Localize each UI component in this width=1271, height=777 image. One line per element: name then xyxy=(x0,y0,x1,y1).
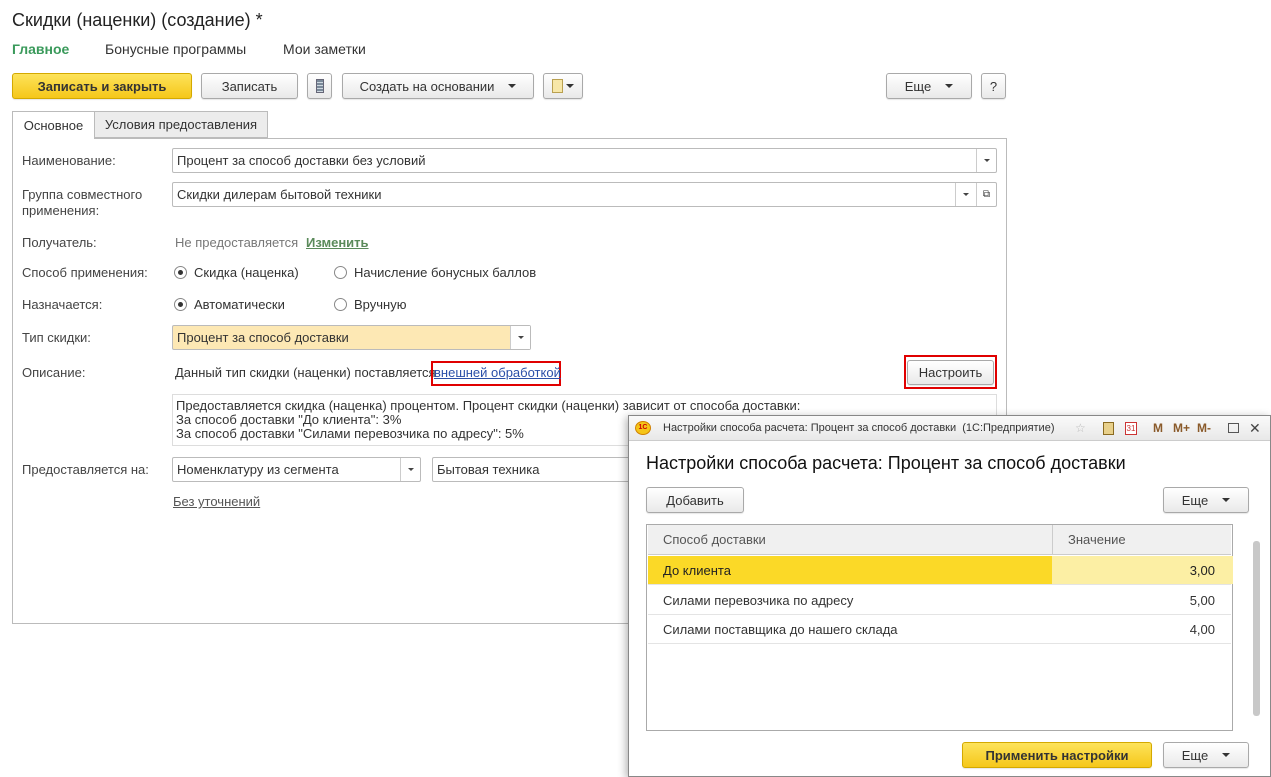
description-label: Описание: xyxy=(22,365,86,380)
list-icon xyxy=(315,79,324,93)
method-discount-radio[interactable] xyxy=(174,266,187,279)
nav-bonus-programs[interactable]: Бонусные программы xyxy=(105,41,246,57)
save-button[interactable]: Записать xyxy=(201,73,298,99)
cell-value: 3,00 xyxy=(1189,562,1215,578)
column-header-method[interactable]: Способ доставки xyxy=(663,532,766,547)
settings-dialog: 1С Настройки способа расчета: Процент за… xyxy=(628,415,1271,777)
table-row[interactable]: До клиента 3,00 xyxy=(648,556,1233,585)
cell-value: 5,00 xyxy=(1189,592,1215,608)
chevron-down-icon xyxy=(508,84,517,88)
more-label: Еще xyxy=(904,78,932,94)
method-bonus-label: Начисление бонусных баллов xyxy=(354,265,537,280)
document-list-button[interactable] xyxy=(307,73,332,99)
configure-button[interactable]: Настроить xyxy=(907,360,994,385)
cell-method: До клиента xyxy=(663,562,731,578)
column-header-value[interactable]: Значение xyxy=(1068,532,1126,547)
description-text: Данный тип скидки (наценки) поставляется xyxy=(175,365,436,380)
page-title: Скидки (наценки) (создание) * xyxy=(12,10,263,30)
no-details-link[interactable]: Без уточнений xyxy=(173,494,260,509)
memory-plus-button[interactable]: M+ xyxy=(1173,421,1190,435)
apply-settings-button[interactable]: Применить настройки xyxy=(962,742,1152,768)
table-row[interactable]: Силами перевозчика по адресу 5,00 xyxy=(648,586,1231,615)
type-label: Тип скидки: xyxy=(22,330,91,345)
recipient-change-link[interactable]: Изменить xyxy=(306,235,369,250)
name-value: Процент за способ доставки без условий xyxy=(177,153,426,168)
dropdown-button[interactable] xyxy=(510,326,530,349)
nav-main[interactable]: Главное xyxy=(12,41,69,57)
group-label: Группа совместного применения: xyxy=(22,187,143,218)
tab-main[interactable]: Основное xyxy=(12,111,95,139)
description-line: Предоставляется скидка (наценка) процент… xyxy=(176,398,801,413)
dialog-titlebar: 1С Настройки способа расчета: Процент за… xyxy=(629,416,1270,441)
method-discount-label: Скидка (наценка) xyxy=(194,265,299,280)
recipient-label: Получатель: xyxy=(22,235,97,250)
chevron-down-icon xyxy=(1222,753,1231,757)
applies-to-select[interactable]: Номенклатуру из сегмента xyxy=(172,457,421,482)
dropdown-button[interactable] xyxy=(976,149,996,172)
create-based-on-label: Создать на основании xyxy=(359,78,495,94)
more-button[interactable]: Еще xyxy=(886,73,972,99)
calendar-icon[interactable]: 31 xyxy=(1125,421,1137,435)
cell-method: Силами поставщика до нашего склада xyxy=(663,621,898,637)
assign-manual-radio[interactable] xyxy=(334,298,347,311)
table-header: Способ доставки Значение xyxy=(648,525,1231,555)
help-button[interactable]: ? xyxy=(981,73,1006,99)
chevron-down-icon xyxy=(945,84,954,88)
dropdown-button[interactable] xyxy=(955,183,975,206)
table-row[interactable]: Силами поставщика до нашего склада 4,00 xyxy=(648,615,1231,644)
chevron-down-icon xyxy=(566,84,574,88)
name-label: Наименование: xyxy=(22,153,116,168)
method-label: Способ применения: xyxy=(22,265,148,280)
favorite-icon[interactable]: ☆ xyxy=(1075,421,1086,435)
memory-m-button[interactable]: M xyxy=(1153,421,1163,435)
maximize-icon[interactable] xyxy=(1228,423,1239,433)
group-value: Скидки дилерам бытовой техники xyxy=(177,187,382,202)
memory-minus-button[interactable]: M- xyxy=(1197,421,1211,435)
calculator-icon[interactable] xyxy=(1103,421,1114,435)
nav-my-notes[interactable]: Мои заметки xyxy=(283,41,366,57)
tab-conditions[interactable]: Условия предоставления xyxy=(94,111,268,138)
discount-type-select[interactable]: Процент за способ доставки xyxy=(172,325,531,350)
group-input[interactable]: Скидки дилерам бытовой техники ⧉ xyxy=(172,182,997,207)
more-label: Еще xyxy=(1181,747,1209,763)
assign-manual-label: Вручную xyxy=(354,297,407,312)
dialog-heading: Настройки способа расчета: Процент за сп… xyxy=(646,453,1126,473)
assign-label: Назначается: xyxy=(22,297,103,312)
segment-value: Бытовая техника xyxy=(437,462,540,477)
save-and-close-button[interactable]: Записать и закрыть xyxy=(12,73,192,99)
create-based-on-button[interactable]: Создать на основании xyxy=(342,73,534,99)
dialog-window-title: Настройки способа расчета: Процент за сп… xyxy=(663,422,1055,434)
dialog-bottom-more-button[interactable]: Еще xyxy=(1163,742,1249,768)
scrollbar[interactable] xyxy=(1253,541,1260,716)
name-input[interactable]: Процент за способ доставки без условий xyxy=(172,148,997,173)
method-bonus-radio[interactable] xyxy=(334,266,347,279)
app-logo-icon: 1С xyxy=(635,421,651,435)
external-processing-link[interactable]: внешней обработкой xyxy=(434,365,561,380)
close-icon[interactable]: ✕ xyxy=(1249,420,1261,437)
print-button[interactable] xyxy=(543,73,583,99)
chevron-down-icon xyxy=(1222,498,1231,502)
applies-to-label: Предоставляется на: xyxy=(22,462,149,477)
delivery-table: Способ доставки Значение До клиента 3,00… xyxy=(646,524,1233,731)
dialog-more-button[interactable]: Еще xyxy=(1163,487,1249,513)
discount-type-value: Процент за способ доставки xyxy=(177,330,349,345)
recipient-value: Не предоставляется xyxy=(175,235,299,250)
applies-to-value: Номенклатуру из сегмента xyxy=(177,462,339,477)
dropdown-button[interactable] xyxy=(400,458,420,481)
document-icon xyxy=(552,79,563,93)
open-icon[interactable]: ⧉ xyxy=(976,183,996,206)
assign-auto-label: Автоматически xyxy=(194,297,285,312)
cell-method: Силами перевозчика по адресу xyxy=(663,592,854,608)
more-label: Еще xyxy=(1181,492,1209,508)
cell-value: 4,00 xyxy=(1189,621,1215,637)
assign-auto-radio[interactable] xyxy=(174,298,187,311)
add-button[interactable]: Добавить xyxy=(646,487,744,513)
